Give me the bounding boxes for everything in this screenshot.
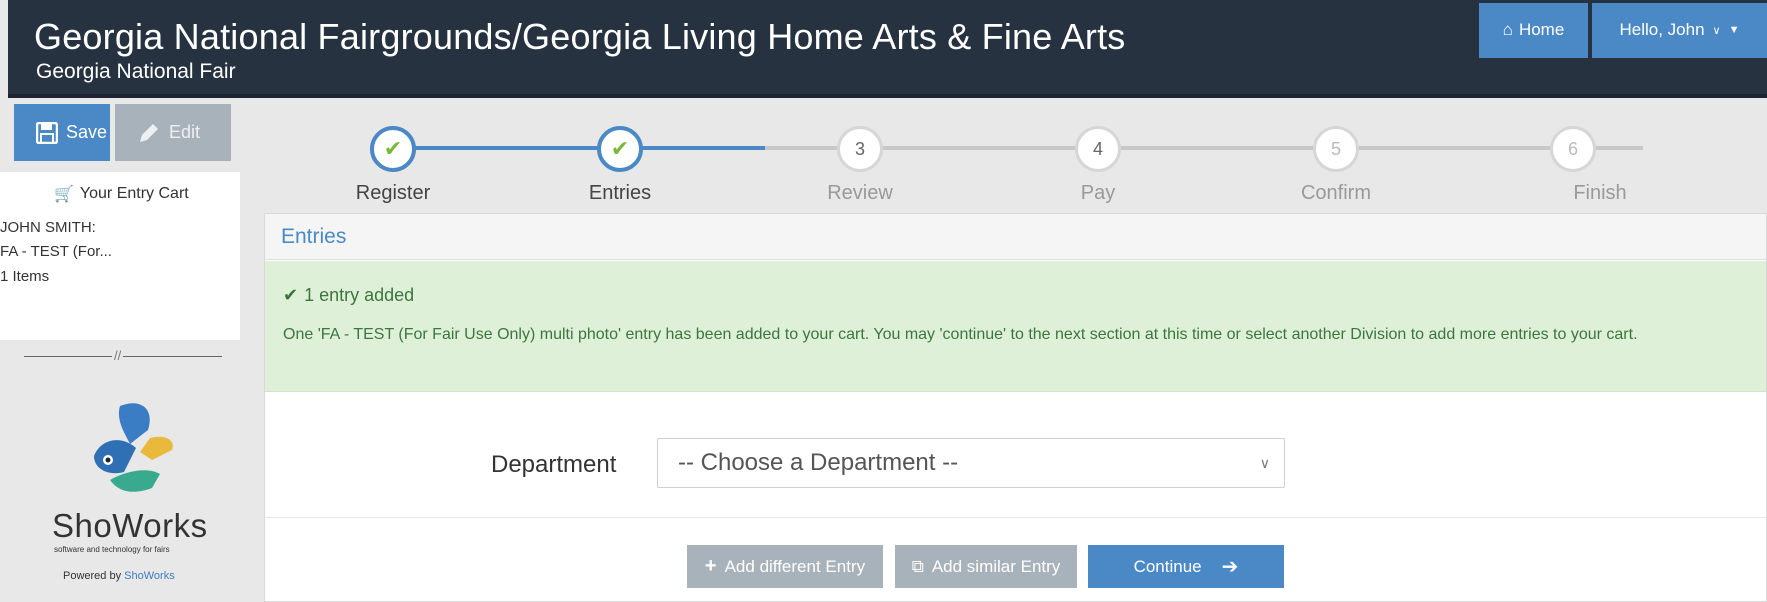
user-menu-label: Hello, John — [1619, 20, 1705, 39]
step-confirm-label: Confirm — [1300, 182, 1372, 204]
entry-cart-panel: 🛒 Your Entry Cart JOHN SMITH: FA - TEST … — [0, 172, 240, 340]
cart-entry-name: FA - TEST (For... — [0, 243, 112, 260]
floppy-disk-icon — [36, 121, 58, 144]
cart-title-label: Your Entry Cart — [79, 185, 189, 202]
save-label: Save — [66, 122, 108, 142]
step-confirm-circle: 5 — [1313, 126, 1359, 172]
add-different-label: Add different Entry — [724, 556, 866, 576]
nav-home-label: Home — [1518, 20, 1565, 39]
edit-label: Edit — [169, 122, 201, 142]
continue-button[interactable]: Continue ➔ — [1088, 545, 1284, 588]
department-selected-value: -- Choose a Department -- — [678, 449, 959, 476]
caret-down-icon: ▼ — [1728, 24, 1740, 36]
powered-by: Powered by ShoWorks — [63, 570, 175, 582]
showorks-logo — [94, 403, 173, 492]
chevron-down-icon: ∨ — [1259, 454, 1270, 471]
page-title: Georgia National Fairgrounds/Georgia Liv… — [34, 16, 1126, 57]
check-icon: ✔ — [610, 136, 630, 161]
powered-by-label: Powered by — [63, 570, 122, 582]
alert-heading: ✔ 1 entry added — [283, 285, 414, 306]
step-finish-circle: 6 — [1550, 126, 1596, 172]
step-entries-circle: ✔ — [597, 126, 643, 172]
step-finish-label: Finish — [1573, 182, 1627, 204]
nav-home-button[interactable]: ⌂ Home — [1479, 3, 1588, 58]
home-icon: ⌂ — [1502, 20, 1513, 39]
divider-ornament: // — [112, 348, 124, 363]
add-similar-entry-button[interactable]: ⧉ Add similar Entry — [895, 545, 1077, 588]
step-pay-circle: 4 — [1075, 126, 1121, 172]
shopping-cart-icon: 🛒 — [54, 186, 74, 203]
page-subtitle: Georgia National Fair — [36, 60, 236, 83]
step-review-label: Review — [827, 182, 893, 204]
chevron-down-icon: ∨ — [1712, 25, 1721, 37]
panel-title: Entries — [281, 225, 347, 248]
logo-wordmark: ShoWorks — [52, 507, 208, 544]
cart-owner: JOHN SMITH: — [0, 219, 96, 236]
check-icon: ✔ — [383, 136, 403, 161]
alert-message: One 'FA - TEST (For Fair Use Only) multi… — [283, 326, 1638, 343]
footer-divider — [265, 517, 1766, 518]
step-entries-label: Entries — [588, 182, 652, 204]
alert-title: 1 entry added — [304, 285, 415, 305]
cart-title[interactable]: 🛒 Your Entry Cart — [54, 184, 189, 204]
edit-button[interactable]: Edit — [115, 104, 231, 161]
pencil-icon — [140, 123, 158, 142]
plus-icon: + — [704, 555, 717, 577]
add-different-entry-button[interactable]: + Add different Entry — [687, 545, 883, 588]
copy-icon: ⧉ — [911, 556, 924, 576]
entries-panel: Entries ✔ 1 entry added One 'FA - TEST (… — [264, 213, 1767, 602]
step-review-circle: 3 — [837, 126, 883, 172]
department-label: Department — [491, 451, 617, 478]
logo-tagline: software and technology for fairs — [54, 545, 170, 554]
user-menu-button[interactable]: Hello, John ∨ ▼ — [1592, 3, 1767, 58]
step-pay-label: Pay — [1080, 182, 1116, 204]
continue-label: Continue — [1133, 556, 1202, 576]
check-icon: ✔ — [283, 285, 299, 305]
arrow-right-icon: ➔ — [1221, 556, 1239, 578]
success-alert: ✔ 1 entry added One 'FA - TEST (For Fair… — [265, 261, 1766, 392]
step-register-circle: ✔ — [370, 126, 416, 172]
add-similar-label: Add similar Entry — [931, 556, 1061, 576]
showorks-link[interactable]: ShoWorks — [124, 570, 175, 582]
wizard-progress-complete — [393, 146, 765, 150]
panel-header: Entries — [265, 214, 1766, 260]
save-button[interactable]: Save — [14, 104, 110, 161]
department-select[interactable]: -- Choose a Department -- ∨ — [657, 438, 1285, 488]
wizard-progress-remaining — [765, 146, 1643, 150]
cart-item-count: 1 Items — [0, 268, 50, 285]
step-register-label: Register — [355, 182, 431, 204]
